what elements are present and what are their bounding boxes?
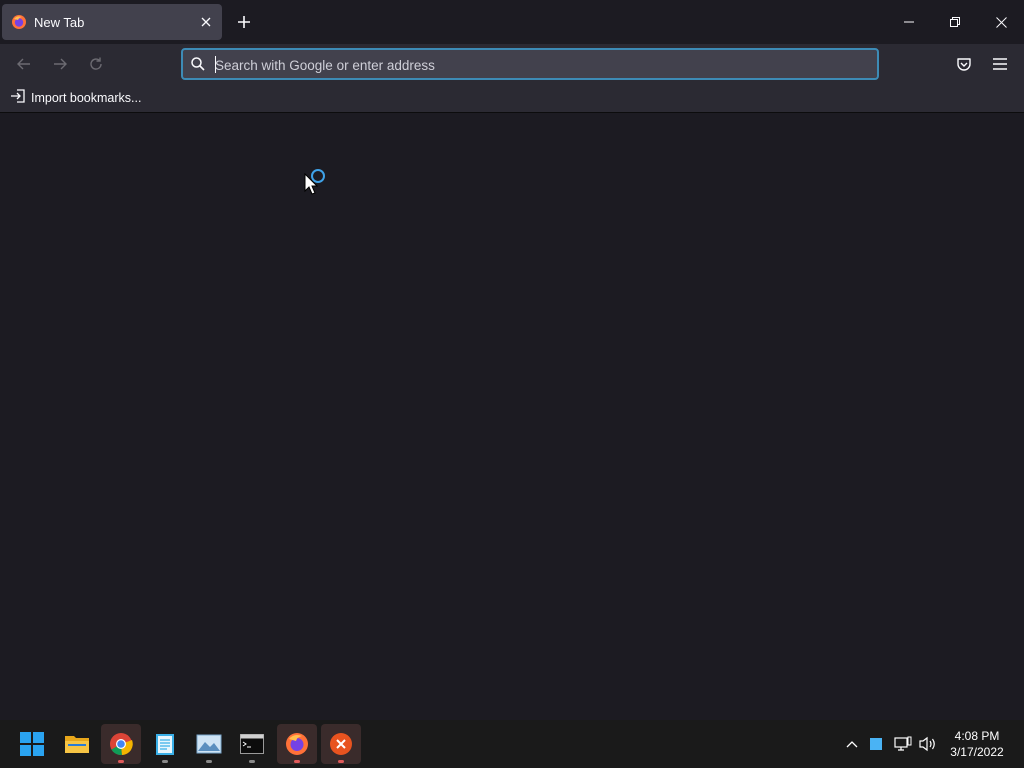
blue-square-icon — [870, 738, 882, 750]
red-x-icon — [330, 733, 352, 755]
bookmarks-toolbar: Import bookmarks... — [0, 84, 1024, 113]
menu-button[interactable] — [988, 52, 1012, 76]
running-indicator — [338, 760, 344, 763]
running-indicator — [118, 760, 124, 763]
reload-icon — [90, 57, 102, 70]
taskbar: 4:08 PM 3/17/2022 — [0, 720, 1024, 768]
forward-arrow-icon — [54, 58, 67, 70]
restore-icon — [950, 17, 960, 27]
firefox-icon — [286, 733, 308, 755]
import-bookmarks-button[interactable]: Import bookmarks... — [10, 88, 142, 108]
close-tab-icon[interactable] — [198, 14, 214, 30]
tab-title: New Tab — [34, 15, 85, 30]
tab-strip: New Tab — [0, 0, 1024, 44]
windows-logo-icon — [20, 732, 44, 756]
clock-time: 4:08 PM — [954, 729, 1000, 743]
terminal-icon — [240, 734, 264, 754]
minimize-icon — [904, 21, 914, 23]
plus-icon — [238, 16, 250, 28]
show-hidden-icons-button[interactable] — [842, 734, 862, 754]
volume-button[interactable] — [918, 734, 938, 754]
search-icon — [190, 56, 206, 72]
running-indicator — [206, 760, 212, 763]
taskbar-terminal[interactable] — [232, 724, 272, 764]
running-indicator — [162, 760, 168, 763]
close-icon — [995, 16, 1007, 28]
import-icon — [10, 88, 26, 108]
network-icon — [894, 736, 912, 751]
clock-date: 3/17/2022 — [950, 745, 1004, 759]
mouse-cursor-icon — [304, 172, 319, 195]
taskbar-firefox[interactable] — [277, 724, 317, 764]
back-button[interactable] — [12, 52, 36, 76]
reload-button[interactable] — [84, 52, 108, 76]
page-content — [0, 113, 1024, 720]
running-indicator — [294, 760, 300, 763]
firefox-icon — [11, 14, 27, 30]
clock[interactable]: 4:08 PM 3/17/2022 — [940, 728, 1014, 760]
pocket-button[interactable] — [952, 52, 976, 76]
taskbar-chrome[interactable] — [101, 724, 141, 764]
network-button[interactable] — [893, 734, 913, 754]
chevron-up-icon — [846, 741, 858, 748]
taskbar-photos[interactable] — [189, 724, 229, 764]
close-window-button[interactable] — [978, 0, 1024, 44]
pocket-icon — [957, 58, 971, 71]
tab-new-tab[interactable]: New Tab — [2, 4, 222, 40]
navigation-toolbar — [0, 44, 1024, 84]
address-input[interactable] — [215, 53, 855, 77]
start-button[interactable] — [12, 724, 52, 764]
taskbar-notepad[interactable] — [145, 724, 185, 764]
taskbar-red-x-app[interactable] — [321, 724, 361, 764]
photos-icon — [196, 734, 222, 754]
hamburger-menu-icon — [993, 58, 1007, 70]
running-indicator — [249, 760, 255, 763]
address-bar[interactable] — [181, 48, 879, 80]
forward-button[interactable] — [48, 52, 72, 76]
text-caret — [215, 56, 216, 73]
taskbar-file-explorer[interactable] — [57, 724, 97, 764]
folder-icon — [65, 736, 89, 753]
tray-app-icon[interactable] — [866, 734, 886, 754]
back-arrow-icon — [17, 58, 30, 70]
restore-button[interactable] — [932, 0, 978, 44]
minimize-button[interactable] — [886, 0, 932, 44]
notepad-icon — [156, 734, 174, 755]
import-bookmarks-label: Import bookmarks... — [31, 91, 142, 105]
speaker-icon — [919, 736, 935, 752]
chrome-icon — [110, 733, 133, 756]
new-tab-button[interactable] — [232, 10, 256, 34]
